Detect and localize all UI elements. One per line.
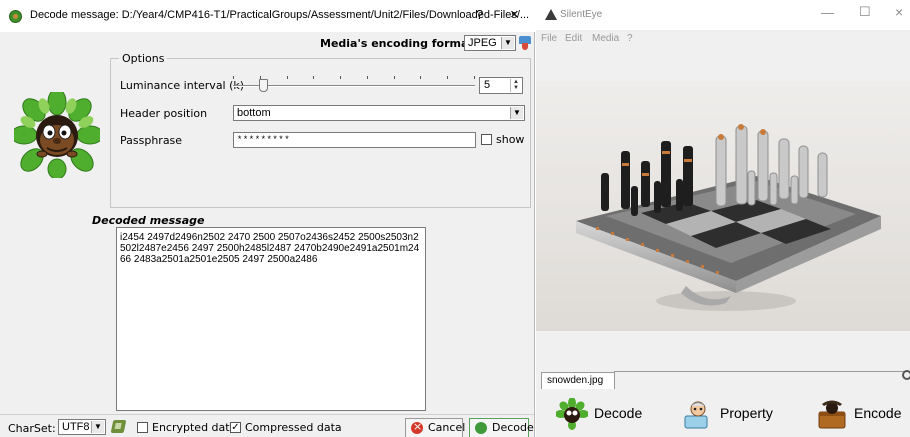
- header-position-value: bottom: [237, 107, 271, 119]
- slider-tick: [394, 76, 395, 79]
- tab-divider: [614, 371, 910, 372]
- chevron-down-icon: ▼: [510, 107, 523, 119]
- silenteye-window: SilentEye — ☐ × File Edit Media ? snowde…: [536, 0, 910, 437]
- compressed-data-label: Compressed data: [245, 421, 342, 434]
- decode-button[interactable]: Decode: [469, 418, 534, 437]
- slider-tick: [233, 76, 234, 79]
- encoding-format-select[interactable]: JPEG ▼: [464, 35, 516, 51]
- charset-value: UTF8: [62, 421, 90, 433]
- spin-arrows-icon[interactable]: ▲ ▼: [510, 79, 521, 92]
- silenteye-close-button[interactable]: ×: [895, 4, 903, 20]
- decoded-message-textarea[interactable]: i2454 2497d2496n2502 2470 2500 2507o2436…: [116, 227, 426, 411]
- close-button[interactable]: ×: [510, 6, 519, 23]
- decode-button-label: Decode: [492, 421, 534, 434]
- charset-label: CharSet:: [8, 422, 56, 435]
- encrypted-data-label: Encrypted data: [152, 421, 237, 434]
- slider-tick: [313, 76, 314, 79]
- silenteye-title: SilentEye: [560, 9, 603, 20]
- header-position-label: Header position: [120, 107, 208, 120]
- menu-edit[interactable]: Edit: [565, 33, 582, 44]
- chevron-down-icon: ▼: [501, 37, 514, 49]
- decode-icon: [475, 422, 487, 434]
- passphrase-input[interactable]: *********: [233, 132, 476, 148]
- encrypted-data-checkbox[interactable]: [137, 422, 148, 433]
- cancel-button-label: Cancel: [428, 421, 466, 434]
- chess-set-image: [536, 81, 910, 331]
- charset-select[interactable]: UTF8 ▼: [58, 419, 106, 435]
- slider-tick: [367, 76, 368, 79]
- passphrase-label: Passphrase: [120, 134, 183, 147]
- minimize-button[interactable]: —: [821, 5, 834, 20]
- mascot-icon: [14, 92, 100, 178]
- show-passphrase-label: show: [496, 133, 525, 146]
- encode-action-button[interactable]: Encode: [816, 398, 910, 430]
- menu-media[interactable]: Media: [592, 33, 619, 44]
- slider-tick: [340, 76, 341, 79]
- dialog-titlebar[interactable]: Decode message: D:/Year4/CMP416-T1/Pract…: [0, 0, 535, 32]
- slider-tick: [447, 76, 448, 79]
- tab-snowden-jpg[interactable]: snowden.jpg: [541, 372, 615, 389]
- luminance-slider[interactable]: [233, 76, 475, 92]
- divider: [0, 414, 534, 415]
- silenteye-icon: [9, 10, 22, 23]
- decode-action-button[interactable]: Decode: [556, 398, 676, 430]
- luminance-interval-label: Luminance interval (k): [120, 79, 245, 92]
- menu-help[interactable]: ?: [627, 33, 633, 44]
- decoded-message-label: Decoded message: [92, 214, 205, 227]
- charset-icon[interactable]: [110, 420, 127, 433]
- decode-icon: [556, 398, 588, 430]
- slider-handle[interactable]: [259, 79, 268, 92]
- maximize-button[interactable]: ☐: [859, 4, 871, 20]
- property-action-label: Property: [720, 405, 773, 421]
- cancel-icon: [411, 418, 423, 436]
- luminance-spinbox[interactable]: 5 ▲ ▼: [479, 77, 523, 94]
- show-passphrase-checkbox[interactable]: [481, 134, 492, 145]
- encoding-format-label: Media's encoding format :: [320, 37, 482, 50]
- encode-icon: [818, 400, 846, 429]
- encoding-format-value: JPEG: [468, 37, 497, 49]
- compressed-data-checkbox[interactable]: ✓: [230, 422, 241, 433]
- silenteye-app-icon: [545, 9, 557, 20]
- menu-bar: File Edit Media ?: [536, 30, 910, 47]
- cancel-button[interactable]: Cancel: [405, 418, 466, 437]
- slider-tick: [474, 76, 475, 79]
- menu-file[interactable]: File: [541, 33, 557, 44]
- chevron-down-icon: ▼: [91, 421, 104, 433]
- property-action-button[interactable]: Property: [682, 398, 812, 430]
- encode-action-label: Encode: [854, 405, 902, 421]
- luminance-value: 5: [484, 79, 491, 91]
- dialog-title: Decode message: D:/Year4/CMP416-T1/Pract…: [30, 9, 530, 21]
- slider-track: [233, 85, 475, 87]
- slider-tick: [287, 76, 288, 79]
- header-position-select[interactable]: bottom ▼: [233, 105, 525, 121]
- decode-dialog: Decode message: D:/Year4/CMP416-T1/Pract…: [0, 0, 535, 437]
- info-icon[interactable]: [519, 36, 531, 50]
- scroll-icon[interactable]: [902, 370, 910, 380]
- silenteye-titlebar[interactable]: SilentEye — ☐ ×: [536, 0, 910, 30]
- help-button[interactable]: ?: [476, 7, 483, 22]
- decode-action-label: Decode: [594, 405, 643, 421]
- options-legend: Options: [119, 52, 168, 65]
- media-preview[interactable]: [536, 81, 910, 331]
- slider-tick: [420, 76, 421, 79]
- property-icon: [684, 401, 708, 429]
